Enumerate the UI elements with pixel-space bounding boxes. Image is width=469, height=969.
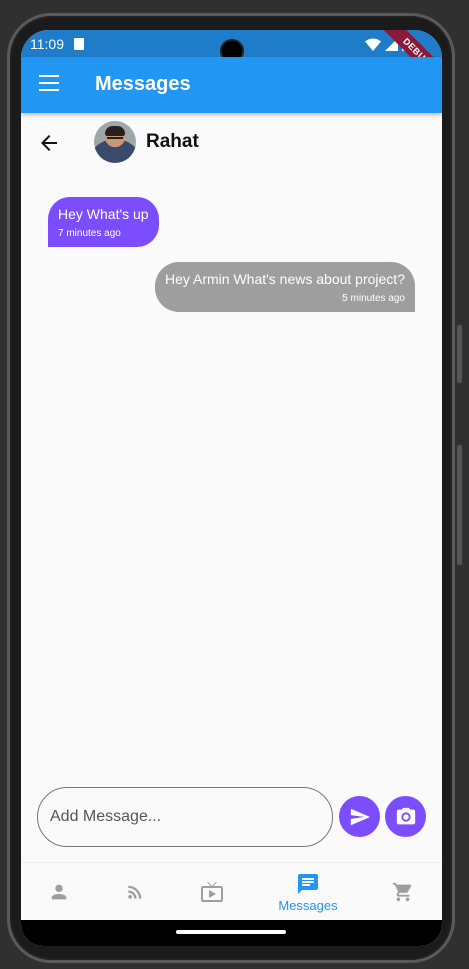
rss-feed-icon bbox=[128, 885, 142, 899]
nav-item-cart[interactable] bbox=[361, 863, 442, 921]
volume-button bbox=[457, 325, 462, 383]
power-button bbox=[457, 445, 462, 565]
message-text: Hey Armin What's news about project? bbox=[164, 271, 405, 287]
back-arrow-icon[interactable] bbox=[37, 131, 61, 155]
chat-header: Rahat bbox=[21, 113, 442, 173]
app-screen: 11:09 DEBUG Messages Rahat Hey What's up… bbox=[21, 30, 442, 946]
status-bar: 11:09 DEBUG bbox=[21, 30, 442, 97]
avatar[interactable] bbox=[94, 121, 136, 163]
camera-button[interactable] bbox=[385, 796, 426, 837]
chat-icon bbox=[298, 873, 318, 894]
outgoing-message-bubble[interactable]: Hey Armin What's news about project? 5 m… bbox=[154, 262, 415, 312]
nav-item-messages[interactable]: Messages bbox=[266, 863, 350, 921]
home-indicator[interactable] bbox=[176, 930, 286, 934]
camera-icon bbox=[396, 807, 415, 824]
message-time: 5 minutes ago bbox=[342, 293, 405, 304]
message-composer bbox=[21, 786, 442, 848]
nav-label-messages: Messages bbox=[278, 897, 338, 913]
nav-item-feed[interactable] bbox=[93, 863, 177, 921]
send-icon bbox=[350, 808, 370, 825]
sim-card-icon bbox=[74, 38, 84, 50]
live-tv-icon bbox=[201, 882, 223, 902]
app-bar: Messages bbox=[21, 57, 442, 113]
contact-name: Rahat bbox=[146, 131, 199, 152]
send-button[interactable] bbox=[339, 796, 380, 837]
person-icon bbox=[51, 884, 67, 900]
app-bar-title: Messages bbox=[95, 73, 191, 95]
nav-item-live[interactable] bbox=[170, 863, 254, 921]
shopping-cart-icon bbox=[392, 882, 412, 902]
nav-item-profile[interactable] bbox=[21, 863, 101, 921]
message-text: Hey What's up bbox=[58, 206, 149, 222]
menu-icon[interactable] bbox=[39, 75, 59, 93]
status-time: 11:09 bbox=[30, 36, 64, 52]
incoming-message-bubble[interactable]: Hey What's up 7 minutes ago bbox=[48, 197, 159, 247]
wifi-icon bbox=[365, 37, 381, 51]
message-time: 7 minutes ago bbox=[58, 228, 121, 239]
bottom-navigation: Messages bbox=[21, 862, 442, 920]
message-input[interactable] bbox=[37, 787, 333, 847]
system-navigation-bar bbox=[21, 920, 442, 946]
